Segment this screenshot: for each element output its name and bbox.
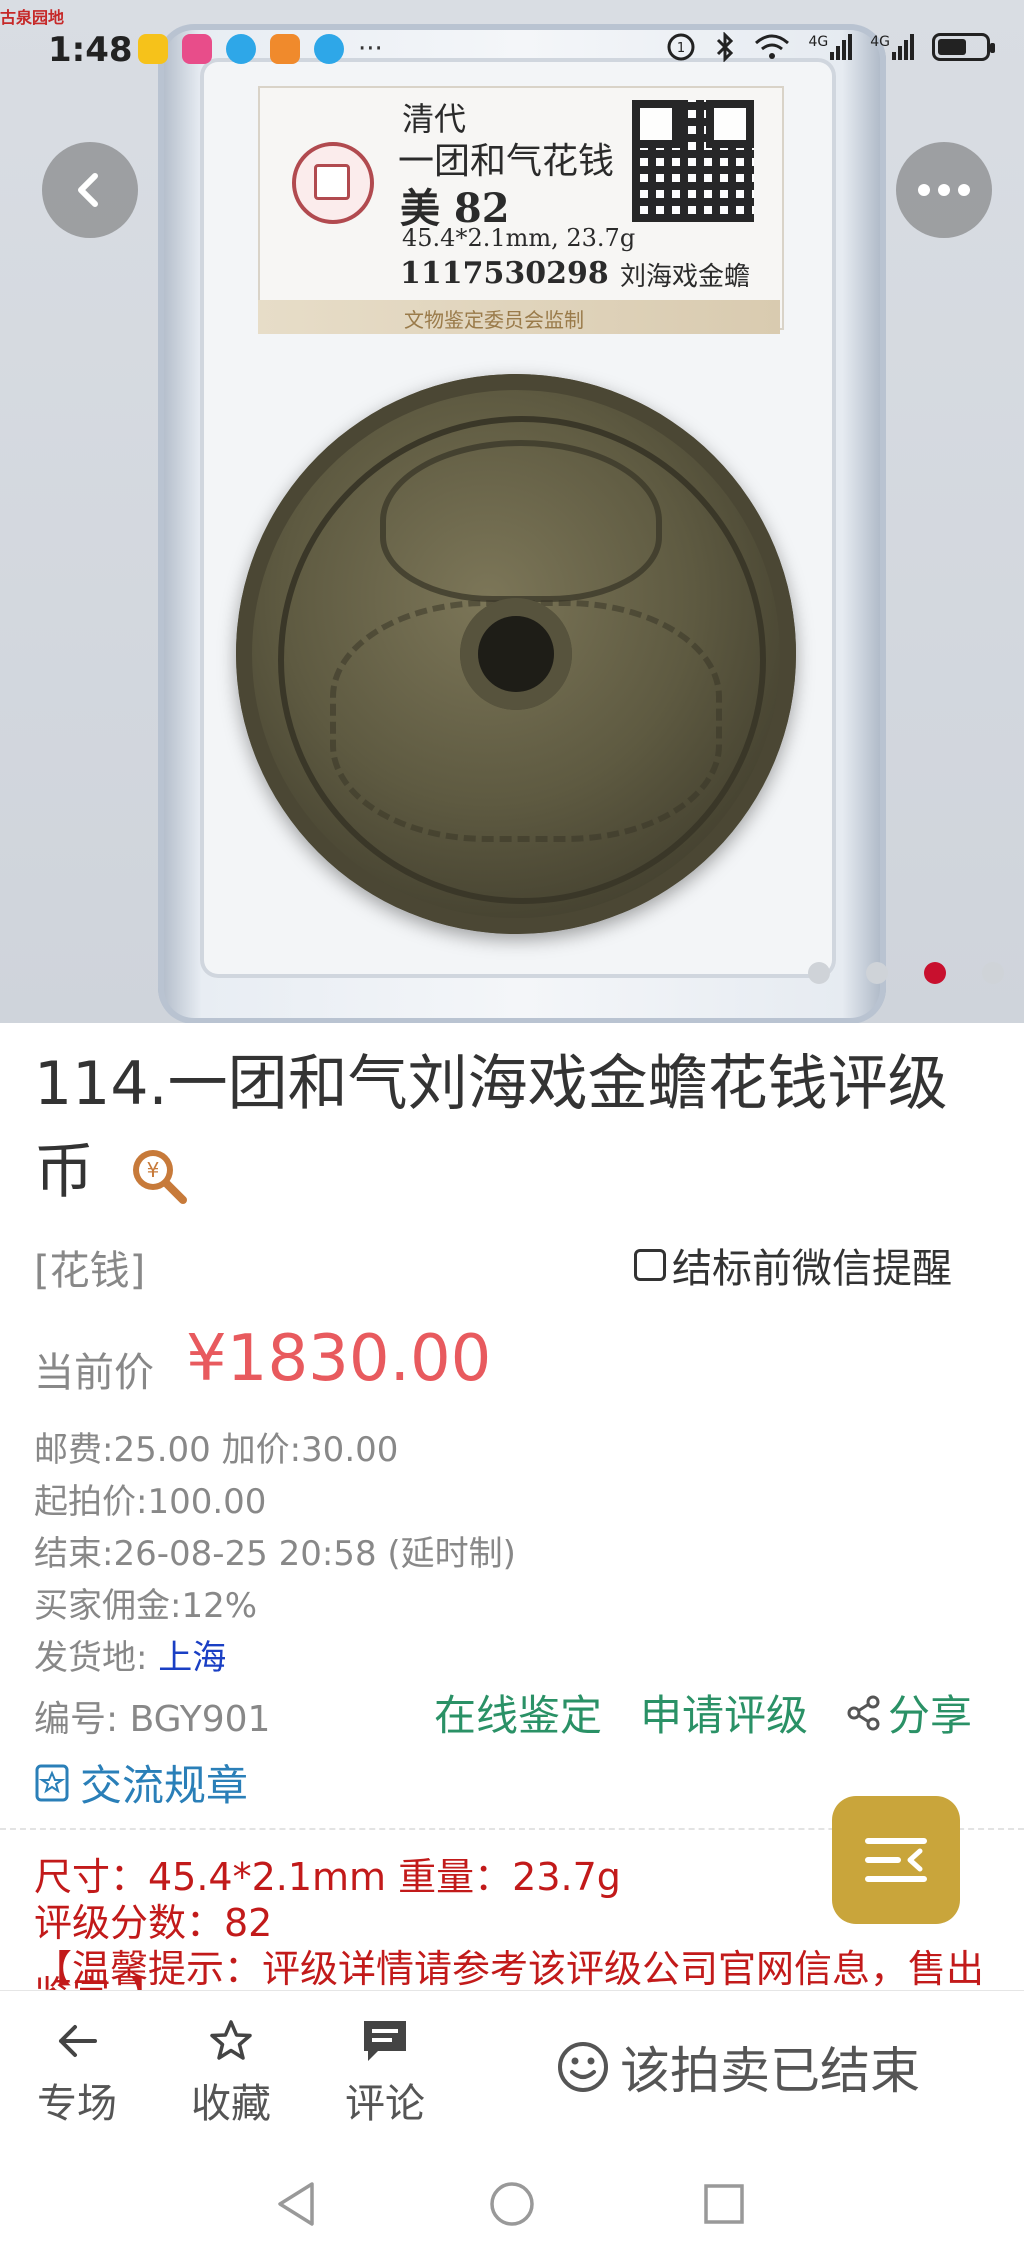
bluetooth-icon: [717, 32, 734, 62]
tab-favorite-label: 收藏: [191, 2081, 271, 2127]
wechat-remind-toggle[interactable]: 结标前微信提醒: [634, 1236, 952, 1294]
back-button[interactable]: [42, 142, 138, 238]
item-title: 114.一团和气刘海戏金蟾花钱评级币 ¥: [34, 1040, 994, 1216]
menu-fab-button[interactable]: [832, 1796, 960, 1924]
label-cert-number: 1117530298: [400, 256, 609, 291]
current-price: ¥1830.00: [186, 1322, 492, 1396]
ship-from: 发货地: 上海: [34, 1630, 226, 1679]
coin-hole-center: [478, 616, 554, 692]
ship-from-city[interactable]: 上海: [158, 1638, 226, 1678]
buyer-commission: 买家佣金:12%: [34, 1586, 258, 1626]
wifi-icon: [755, 34, 790, 59]
tab-favorite[interactable]: 收藏: [176, 2011, 286, 2129]
notification-icons: ···: [138, 34, 383, 64]
svg-text:1: 1: [677, 41, 685, 56]
video-app-icon: [182, 34, 212, 64]
tab-venue-label: 专场: [37, 2081, 117, 2127]
online-appraisal-link[interactable]: 在线鉴定: [434, 1682, 602, 1743]
battery-icon: [932, 33, 995, 61]
auction-ended-label: 该拍卖已结束: [620, 2042, 920, 2100]
item-actions: 在线鉴定 申请评级 分享: [434, 1682, 972, 1743]
gallery-page-indicator: [808, 962, 1004, 984]
apply-grading-link[interactable]: 申请评级: [640, 1682, 808, 1743]
clock: 1:48: [48, 30, 133, 70]
image-gallery[interactable]: 文物鉴定委员会监制 清代 一团和气花钱 美 82 45.4*2.1mm, 23.…: [0, 0, 1024, 1023]
share-button[interactable]: 分享: [846, 1682, 972, 1743]
star-icon: [210, 2020, 252, 2060]
more-options-button[interactable]: [896, 142, 992, 238]
ship-from-label: 发货地:: [34, 1638, 159, 1678]
app-a-icon: [138, 34, 168, 64]
current-price-label: 当前价: [34, 1350, 154, 1396]
status-bar: 古泉园地 1:48 ··· 1 4G 4G: [0, 0, 1024, 100]
tab-venue[interactable]: 专场: [22, 2011, 132, 2129]
remind-label: 结标前微信提醒: [672, 1246, 952, 1292]
item-number: 编号: BGY901: [34, 1699, 271, 1740]
pet-app-icon: [270, 34, 300, 64]
data-saver-icon: 1: [667, 33, 695, 61]
share-label: 分享: [888, 1691, 973, 1740]
tab-comment[interactable]: 评论: [330, 2011, 440, 2129]
share-icon: [847, 1695, 880, 1730]
rules-icon: [35, 1764, 69, 1801]
page-dot[interactable]: [982, 962, 1004, 984]
qr-code-icon: [632, 100, 754, 222]
smiley-icon: [558, 2042, 608, 2092]
tab-comment-label: 评论: [345, 2081, 425, 2127]
signal-4g-2: 4G: [870, 34, 914, 60]
bottom-action-bar: 专场 收藏 评论 该拍卖已结束: [0, 1990, 1024, 2141]
chevron-left-icon: [78, 173, 98, 207]
start-price: 起拍价:100.00: [34, 1482, 267, 1522]
desc-notice-cut: 鉴定。】: [34, 1964, 167, 1990]
coin-figure: [380, 440, 662, 602]
shipping-increment: 邮费:25.00 加价:30.00: [34, 1430, 399, 1470]
auction-ended-status: 该拍卖已结束: [556, 2031, 920, 2103]
label-specs: 45.4*2.1mm, 23.7g: [402, 224, 636, 252]
page-dot-active[interactable]: [924, 962, 946, 984]
rules-label: 交流规章: [80, 1761, 249, 1810]
nav-home-icon[interactable]: [488, 2180, 536, 2228]
system-navigation-bar: [0, 2150, 1024, 2258]
label-coin-subname: 刘海戏金蟾: [620, 262, 751, 292]
desc-notice-clip: 鉴定。】: [0, 1958, 1024, 1990]
arrow-left-icon: [59, 2025, 97, 2057]
grading-seal-icon: [292, 142, 374, 224]
app-tag: 古泉园地: [0, 8, 65, 27]
signal-4g-1: 4G: [808, 34, 853, 60]
comment-icon: [364, 2021, 406, 2061]
label-footer-text: 文物鉴定委员会监制: [404, 308, 584, 332]
remind-checkbox[interactable]: [634, 1249, 666, 1281]
browser-icon: [226, 34, 256, 64]
more-dots-icon: [918, 184, 970, 196]
page-dot[interactable]: [866, 962, 888, 984]
nav-back-icon[interactable]: [274, 2180, 318, 2228]
collapse-menu-icon: [865, 1838, 927, 1882]
nav-recents-icon[interactable]: [702, 2182, 746, 2226]
more-notifications: ···: [358, 34, 383, 64]
page-dot[interactable]: [808, 962, 830, 984]
label-footer-bar: 文物鉴定委员会监制: [258, 300, 780, 334]
exchange-rules-link[interactable]: 交流规章: [34, 1752, 248, 1813]
system-icons: 1 4G 4G: [666, 32, 995, 62]
browser-icon-2: [314, 34, 344, 64]
item-category[interactable]: [花钱]: [34, 1238, 145, 1296]
svg-text:¥: ¥: [147, 1158, 160, 1182]
end-time: 结束:26-08-25 20:58 (延时制): [34, 1534, 516, 1574]
auction-magnifier-icon: ¥: [133, 1150, 188, 1205]
